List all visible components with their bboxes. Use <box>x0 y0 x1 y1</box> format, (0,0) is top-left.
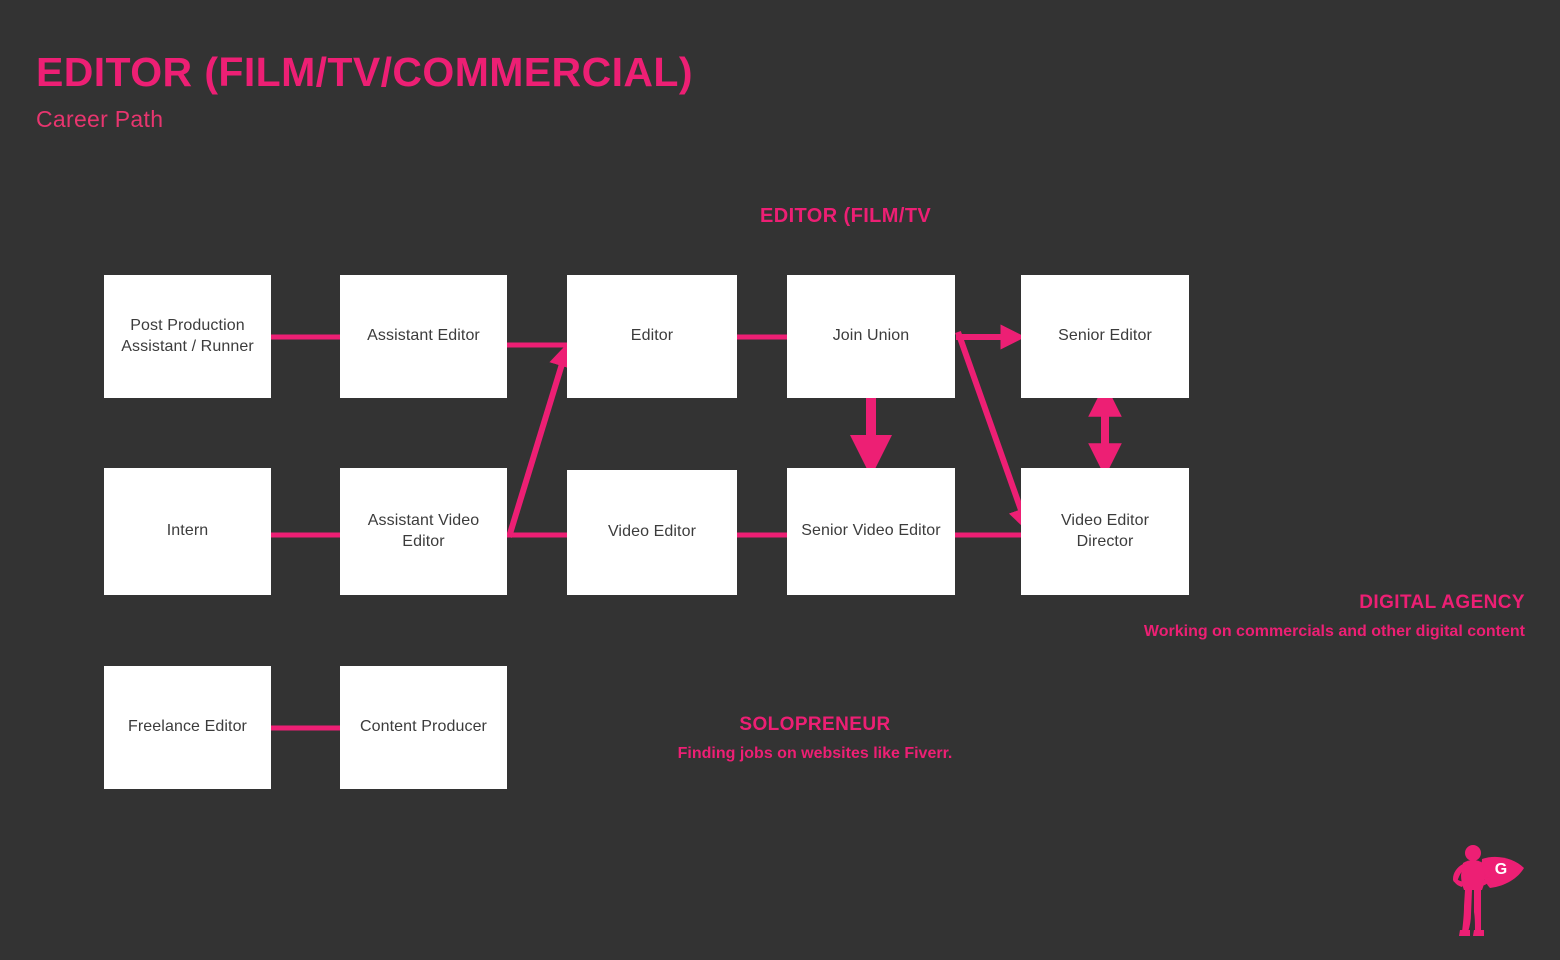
node-label: Post Production Assistant / Runner <box>121 316 254 355</box>
section-heading-editor-film-tv: EDITOR (FILM/TV <box>760 205 932 227</box>
node-senior-editor[interactable]: Senior Editor <box>1021 275 1189 398</box>
note-solopreneur-body: Finding jobs on websites like Fiverr. <box>677 744 953 762</box>
connector-assistant-video-editor-to-editor <box>506 341 574 538</box>
node-post-production-assistant-runner[interactable]: Post Production Assistant / Runner <box>104 275 271 398</box>
node-label: Intern <box>166 522 209 540</box>
note-digital-agency: DIGITAL AGENCY Working on commercials an… <box>1060 591 1525 645</box>
node-label: Content Producer <box>359 718 487 736</box>
career-path-diagram: EDITOR (FILM/TV/COMMERCIAL) Career Path … <box>0 0 1560 960</box>
node-editor[interactable]: Editor <box>567 275 737 398</box>
node-label: Senior Video Editor <box>801 522 941 540</box>
node-freelance-editor[interactable]: Freelance Editor <box>104 666 271 789</box>
node-label: Senior Editor <box>1058 327 1152 345</box>
node-join-union[interactable]: Join Union <box>787 275 955 398</box>
node-label: Freelance Editor <box>128 718 247 736</box>
node-senior-video-editor[interactable]: Senior Video Editor <box>787 468 955 595</box>
page-title: EDITOR (FILM/TV/COMMERCIAL) <box>36 49 693 95</box>
logo-letter: G <box>1495 861 1507 878</box>
note-solopreneur: SOLOPRENEUR Finding jobs on websites lik… <box>600 713 1030 767</box>
node-label: Assistant Video Editor <box>367 511 480 550</box>
node-content-producer[interactable]: Content Producer <box>340 666 507 789</box>
node-label: Assistant Editor <box>367 327 480 345</box>
node-label: Join Union <box>832 327 910 345</box>
note-solopreneur-title: SOLOPRENEUR <box>739 714 891 735</box>
node-assistant-editor[interactable]: Assistant Editor <box>340 275 507 398</box>
note-digital-agency-body: Working on commercials and other digital… <box>1143 622 1525 640</box>
note-digital-agency-title: DIGITAL AGENCY <box>1359 592 1525 613</box>
header: EDITOR (FILM/TV/COMMERCIAL) Career Path <box>36 52 693 131</box>
node-intern[interactable]: Intern <box>104 468 271 595</box>
superhero-logo-icon: G <box>1453 845 1524 936</box>
node-video-editor-director[interactable]: Video Editor Director <box>1021 468 1189 595</box>
node-label: Video Editor Director <box>1060 511 1150 550</box>
node-video-editor[interactable]: Video Editor <box>567 470 737 595</box>
node-assistant-video-editor[interactable]: Assistant Video Editor <box>340 468 507 595</box>
node-label: Video Editor <box>607 523 697 541</box>
page-subtitle: Career Path <box>36 106 164 132</box>
node-label: Editor <box>630 327 674 345</box>
connector-join-union-to-video-editor-director <box>955 330 1033 534</box>
